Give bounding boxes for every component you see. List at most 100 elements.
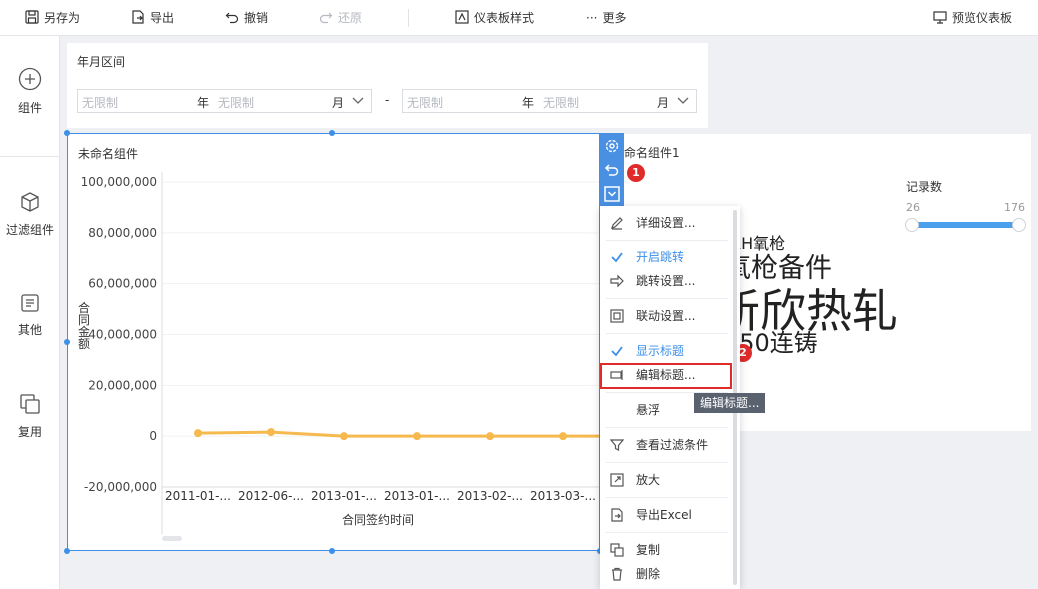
- save-as-label: 另存为: [44, 11, 81, 25]
- start-year-unit: 年: [197, 96, 210, 110]
- chevron-down-icon: [352, 97, 364, 104]
- resize-handle[interactable]: [64, 339, 70, 345]
- x-tick-label: 2013-01-...: [311, 489, 377, 503]
- end-month-unit: 月: [657, 96, 670, 110]
- y-tick-label: 60,000,000: [88, 277, 157, 291]
- slider-min-handle[interactable]: [905, 218, 919, 232]
- link-icon: [610, 309, 624, 323]
- expand-icon: [610, 473, 624, 487]
- sidebar-item-reuse[interactable]: 复用: [0, 393, 60, 440]
- sidebar-item-components[interactable]: 组件: [0, 67, 60, 116]
- annotation-highlight: [600, 363, 732, 389]
- x-tick-label: 2013-02-...: [457, 489, 523, 503]
- preview-label: 预览仪表板: [952, 11, 1013, 25]
- end-year-placeholder: 无限制: [407, 96, 444, 110]
- save-as-button[interactable]: 另存为: [25, 9, 80, 27]
- more-label: 更多: [602, 11, 627, 25]
- undo-icon[interactable]: [604, 162, 620, 178]
- menu-item-enable-jump[interactable]: 开启跳转: [600, 246, 734, 268]
- x-tick-label: 2012-06-...: [238, 489, 304, 503]
- date-range-filter: 年月区间 无限制 年 无限制 月 - 无限制 年 无限制 月: [67, 43, 708, 128]
- export-icon: [132, 10, 144, 24]
- menu-item-copy[interactable]: 复制: [600, 539, 734, 561]
- style-icon: [455, 10, 469, 24]
- resize-handle[interactable]: [329, 130, 335, 136]
- x-axis-label: 合同签约时间: [342, 512, 414, 527]
- dashboard-style-label: 仪表板样式: [474, 11, 535, 25]
- range-slider-track[interactable]: [912, 222, 1022, 228]
- undo-button[interactable]: 撤销: [225, 9, 268, 27]
- tooltip: 编辑标题...: [694, 393, 766, 413]
- save-icon: [25, 10, 39, 24]
- menu-item-label: 跳转设置...: [636, 274, 696, 288]
- check-icon: [611, 252, 623, 263]
- menu-item-label: 查看过滤条件: [636, 438, 709, 452]
- undo-icon: [225, 12, 239, 24]
- left-sidebar: 组件 过滤组件 其他 复用: [0, 36, 60, 589]
- menu-divider: [606, 532, 728, 533]
- menu-item-detail-settings[interactable]: 详细设置...: [600, 212, 734, 234]
- menu-divider: [606, 333, 728, 334]
- sidebar-item-label: 过滤组件: [5, 223, 54, 237]
- more-button[interactable]: ··· 更多: [586, 9, 626, 27]
- menu-item-label: 悬浮: [636, 403, 661, 417]
- filter-title: 年月区间: [77, 55, 126, 69]
- resize-handle[interactable]: [329, 548, 335, 554]
- toolbar-divider: [408, 9, 409, 27]
- menu-divider: [606, 497, 728, 498]
- menu-item-delete[interactable]: 删除: [600, 563, 734, 585]
- menu-item-jump-settings[interactable]: 跳转设置...: [600, 270, 734, 292]
- gear-icon[interactable]: [604, 138, 620, 154]
- end-year-unit: 年: [522, 96, 535, 110]
- preview-dashboard-button[interactable]: 预览仪表板: [933, 9, 1012, 27]
- more-dots-icon: ···: [586, 11, 598, 25]
- dashboard-style-button[interactable]: 仪表板样式: [455, 9, 534, 27]
- menu-item-show-title[interactable]: 显示标题: [600, 340, 734, 362]
- data-point: [559, 432, 567, 441]
- menu-item-label: 导出Excel: [636, 508, 692, 522]
- range-dash: -: [385, 93, 390, 107]
- sidebar-item-filter-components[interactable]: 过滤组件: [0, 191, 60, 238]
- data-point: [194, 429, 202, 438]
- export-button[interactable]: 导出: [131, 9, 174, 27]
- menu-item-view-filter[interactable]: 查看过滤条件: [600, 434, 734, 456]
- start-year-placeholder: 无限制: [82, 96, 119, 110]
- menu-item-linkage-settings[interactable]: 联动设置...: [600, 305, 734, 327]
- menu-item-zoom[interactable]: 放大: [600, 469, 734, 491]
- sidebar-item-other[interactable]: 其他: [0, 293, 60, 338]
- dropdown-menu-icon[interactable]: [604, 186, 620, 202]
- plus-circle-icon: [18, 67, 42, 91]
- redo-button[interactable]: 还原: [319, 9, 362, 27]
- menu-item-export-excel[interactable]: 导出Excel: [600, 504, 734, 526]
- undo-label: 撤销: [244, 11, 269, 25]
- menu-item-label: 删除: [636, 567, 661, 581]
- y-tick-label: 20,000,000: [88, 378, 157, 392]
- slider-label: 记录数: [906, 180, 943, 194]
- end-month-placeholder: 无限制: [543, 96, 580, 110]
- menu-item-label: 复制: [636, 543, 661, 557]
- menu-divider: [606, 240, 728, 241]
- menu-item-label: 显示标题: [636, 344, 685, 358]
- redo-icon: [319, 12, 333, 24]
- monitor-icon: [933, 11, 947, 24]
- data-point: [267, 428, 275, 437]
- start-date-field[interactable]: 无限制 年 无限制 月: [77, 89, 372, 113]
- data-point: [340, 432, 348, 441]
- toolbar: 另存为 导出 撤销 还原 仪表板样式 ··· 更多 预览仪表板: [0, 0, 1038, 36]
- start-month-placeholder: 无限制: [218, 96, 255, 110]
- menu-divider: [606, 427, 728, 428]
- series-line: [197, 430, 599, 438]
- menu-item-label: 详细设置...: [636, 216, 696, 230]
- end-date-field[interactable]: 无限制 年 无限制 月: [402, 89, 697, 113]
- resize-handle[interactable]: [64, 130, 70, 136]
- x-tick-label: 2013-01-...: [384, 489, 450, 503]
- widget-action-bar: [600, 133, 624, 206]
- chevron-down-icon: [677, 97, 689, 104]
- redo-label: 还原: [338, 11, 363, 25]
- slider-max-handle[interactable]: [1012, 218, 1026, 232]
- jump-arrow-icon: [610, 274, 624, 288]
- pencil-icon: [611, 217, 623, 230]
- resize-handle[interactable]: [64, 548, 70, 554]
- copy-icon: [20, 394, 40, 414]
- chart-widget[interactable]: 未命名组件 100,000,000 80,000,000 60,000,000 40,…: [67, 133, 600, 551]
